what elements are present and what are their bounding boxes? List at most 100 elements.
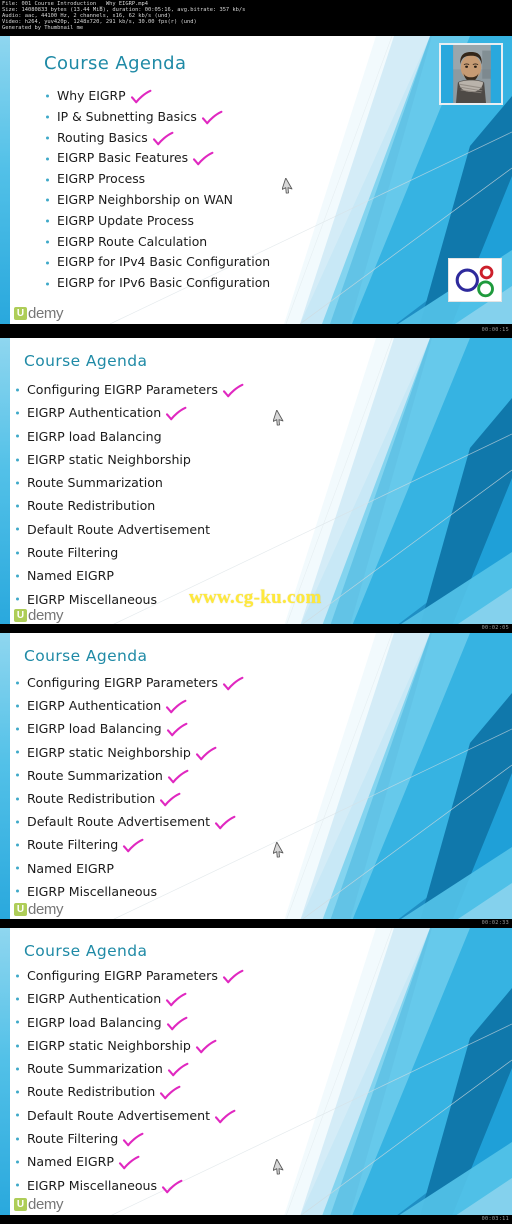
thumbnail-frame-3[interactable]: Course Agenda Configuring EIGRP Parameter… [0, 633, 512, 921]
agenda-item[interactable]: EIGRP Basic Features [46, 148, 270, 169]
agenda-item-label: EIGRP for IPv4 Basic Configuration [57, 254, 271, 270]
thumbnail-frame-1[interactable]: Course Agenda Why EIGRP IP & Subnetting B… [0, 36, 512, 324]
bullet-icon [16, 1067, 19, 1071]
agenda-item[interactable]: EIGRP Process [46, 169, 293, 194]
agenda-item[interactable]: Named EIGRP [16, 857, 243, 880]
timestamp-frame-3: 00:02:33 [0, 919, 512, 927]
agenda-item[interactable]: Route Redistribution [16, 1080, 243, 1103]
agenda-item-label: Route Summarization [27, 1061, 163, 1077]
thumbnail-frame-2[interactable]: Course Agenda Configuring EIGRP Parameter… [0, 338, 512, 626]
agenda-item-label: EIGRP load Balancing [27, 428, 162, 444]
agenda-item-label: Route Redistribution [27, 1084, 156, 1100]
udemy-watermark: U demy [14, 607, 63, 624]
thumbnail-frame-4[interactable]: Course Agenda Configuring EIGRP Parameter… [0, 928, 512, 1216]
check-mark [195, 746, 217, 760]
agenda-item-label: Route Filtering [27, 1131, 119, 1147]
bullet-icon [16, 1020, 19, 1024]
agenda-item[interactable]: Route Redistribution [16, 787, 243, 810]
agenda-item[interactable]: EIGRP Miscellaneous [16, 1174, 243, 1197]
bullet-icon [16, 1113, 19, 1117]
check-mark [166, 723, 188, 737]
agenda-item[interactable]: Route Redistribution [16, 494, 243, 517]
agenda-item[interactable]: Route Summarization [16, 1057, 243, 1080]
agenda-item[interactable]: EIGRP Authentication [16, 401, 284, 426]
agenda-item[interactable]: EIGRP static Neighborship [16, 448, 243, 471]
agenda-item[interactable]: Configuring EIGRP Parameters [16, 964, 244, 987]
agenda-item[interactable]: Route Filtering [16, 1127, 243, 1150]
agenda-item[interactable]: EIGRP for IPv6 Basic Configuration [46, 273, 271, 294]
agenda-item-label: EIGRP Neighborship on WAN [57, 191, 233, 207]
agenda-item[interactable]: EIGRP Miscellaneous [16, 880, 243, 903]
bullet-icon [46, 198, 49, 202]
agenda-item-label: EIGRP load Balancing [27, 1014, 162, 1030]
bullet-icon [46, 240, 49, 244]
agenda-item[interactable]: EIGRP static Neighborship [16, 1034, 243, 1057]
agenda-item-label: EIGRP static Neighborship [27, 744, 191, 760]
agenda-item-label: Named EIGRP [27, 860, 114, 876]
agenda-item[interactable]: Default Route Advertisement [16, 810, 243, 833]
agenda-item[interactable]: Route Filtering [16, 833, 284, 858]
agenda-item-label: Route Summarization [27, 475, 163, 491]
agenda-item-label: EIGRP Authentication [27, 991, 162, 1007]
agenda-item[interactable]: Named EIGRP [16, 564, 243, 587]
bullet-icon [46, 157, 49, 161]
check-mark-icon [166, 723, 188, 737]
mouse-cursor-icon [272, 1158, 284, 1175]
check-mark [222, 383, 244, 398]
agenda-item[interactable]: EIGRP Route Calculation [46, 232, 270, 253]
bullet-icon [16, 527, 19, 531]
agenda-item-label: EIGRP Basic Features [57, 150, 189, 166]
agenda-item-label: EIGRP Miscellaneous [27, 1177, 158, 1193]
agenda-item[interactable]: EIGRP Authentication [16, 987, 243, 1010]
presenter-webcam[interactable] [439, 43, 503, 105]
check-mark-icon [222, 676, 244, 691]
agenda-item[interactable]: Routing Basics [46, 128, 270, 149]
bullet-icon [46, 282, 49, 286]
check-mark-icon [201, 110, 223, 125]
agenda-item[interactable]: Configuring EIGRP Parameters [16, 671, 244, 694]
check-mark-icon [152, 131, 174, 145]
agenda-item[interactable]: Default Route Advertisement [16, 1104, 243, 1127]
check-mark-icon [162, 1179, 183, 1193]
agenda-item[interactable]: Route Filtering [16, 541, 243, 564]
agenda-item[interactable]: EIGRP load Balancing [16, 1011, 243, 1034]
check-mark-icon [195, 1039, 217, 1054]
agenda-item[interactable]: EIGRP Authentication [16, 694, 243, 717]
bullet-icon [16, 597, 19, 601]
presenter-webcam-image [441, 45, 501, 103]
agenda-item[interactable]: EIGRP load Balancing [16, 717, 243, 740]
udemy-wordmark: demy [28, 305, 64, 322]
agenda-item[interactable]: Why EIGRP [46, 86, 270, 107]
agenda-item[interactable]: Configuring EIGRP Parameters [16, 378, 244, 401]
agenda-item-label: Default Route Advertisement [27, 814, 211, 830]
agenda-item-label: EIGRP Process [57, 171, 146, 187]
agenda-item[interactable]: EIGRP Update Process [46, 211, 270, 232]
bullet-icon [46, 178, 49, 182]
agenda-item[interactable]: IP & Subnetting Basics [46, 107, 270, 128]
check-mark [222, 676, 244, 691]
bullet-icon [16, 773, 19, 777]
bullet-icon [16, 889, 19, 893]
check-mark-icon [214, 1109, 236, 1124]
check-mark-icon [195, 746, 217, 760]
agenda-item-label: Named EIGRP [27, 568, 114, 584]
agenda-item[interactable]: Default Route Advertisement [16, 518, 243, 541]
check-mark [167, 1062, 189, 1077]
check-mark [166, 699, 187, 714]
bullet-icon [46, 136, 49, 140]
agenda-item[interactable]: EIGRP Neighborship on WAN [46, 190, 270, 211]
agenda-item-label: Routing Basics [57, 129, 148, 145]
agenda-item[interactable]: Route Summarization [16, 471, 243, 494]
mouse-cursor [272, 409, 286, 427]
agenda-item[interactable]: Route Summarization [16, 764, 243, 787]
bullet-icon [16, 434, 19, 438]
bullet-icon [16, 1183, 19, 1187]
check-mark-icon [166, 993, 187, 1007]
agenda-item[interactable]: EIGRP load Balancing [16, 425, 243, 448]
agenda-item-label: EIGRP for IPv6 Basic Configuration [57, 275, 271, 291]
agenda-item[interactable]: Named EIGRP [16, 1150, 284, 1175]
bullet-icon [16, 1160, 19, 1164]
agenda-item-label: Route Redistribution [27, 791, 156, 807]
agenda-item[interactable]: EIGRP static Neighborship [16, 741, 243, 764]
agenda-item[interactable]: EIGRP for IPv4 Basic Configuration [46, 252, 271, 273]
